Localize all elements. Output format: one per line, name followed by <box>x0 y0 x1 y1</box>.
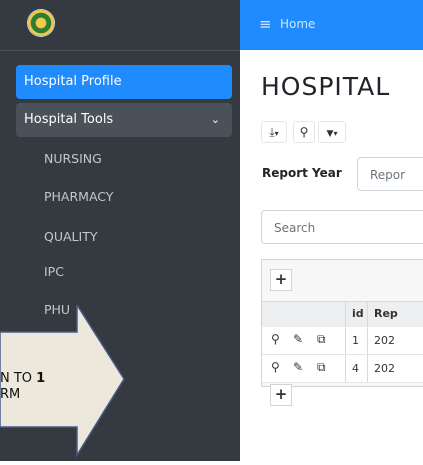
table-row[interactable]: ⚲ ✎ ⧉ 4 202 <box>262 355 423 383</box>
top-navbar: ≡ Home <box>240 0 423 50</box>
cell-id: 1 <box>352 334 359 347</box>
sidebar-item-label: Hospital Profile <box>24 74 122 89</box>
column-header-report[interactable]: Rep <box>374 307 398 320</box>
sidebar-item-pharmacy[interactable]: PHARMACY <box>44 189 113 204</box>
report-year-input[interactable]: Repor <box>357 157 423 191</box>
callout-line-2: RM <box>0 387 21 402</box>
table-row[interactable]: ⚲ ✎ ⧉ 1 202 <box>262 327 423 355</box>
report-year-label: Report Year <box>262 166 342 180</box>
hospital-logo[interactable] <box>28 10 54 36</box>
column-header-id[interactable]: id <box>352 307 364 320</box>
table-header: id Rep <box>262 301 423 328</box>
search-button[interactable]: ⚲ <box>293 121 315 143</box>
home-link[interactable]: Home <box>280 17 315 31</box>
view-icon[interactable]: ⚲ <box>271 332 280 346</box>
sidebar-group-label: Hospital Tools <box>24 112 114 127</box>
download-button[interactable]: ⤓▾ <box>261 121 287 143</box>
copy-icon[interactable]: ⧉ <box>317 360 326 375</box>
sidebar-item-ipc[interactable]: IPC <box>44 264 64 279</box>
callout-arrow: N TO 1 RM <box>0 302 140 461</box>
sidebar-item-nursing[interactable]: NURSING <box>44 151 102 166</box>
copy-icon[interactable]: ⧉ <box>317 332 326 347</box>
edit-icon[interactable]: ✎ <box>293 332 303 346</box>
records-table: + id Rep ⚲ ✎ ⧉ 1 202 ⚲ ✎ ⧉ 4 202 <box>261 259 423 387</box>
callout-line-1: N TO 1 <box>0 371 46 386</box>
filter-button[interactable]: ▼▾ <box>318 121 346 143</box>
edit-icon[interactable]: ✎ <box>293 360 303 374</box>
menu-icon[interactable]: ≡ <box>259 15 272 33</box>
sidebar-group-hospital-tools[interactable]: Hospital Tools ⌄ <box>16 103 232 137</box>
add-record-bottom-button[interactable]: + <box>270 384 292 406</box>
page-title: HOSPITAL <box>261 72 391 101</box>
view-icon[interactable]: ⚲ <box>271 360 280 374</box>
cell-id: 4 <box>352 362 359 375</box>
brand <box>0 0 240 51</box>
cell-report: 202 <box>374 362 395 375</box>
cell-report: 202 <box>374 334 395 347</box>
search-icon: ⚲ <box>299 125 309 139</box>
add-record-button[interactable]: + <box>270 269 292 291</box>
sidebar-item-hospital-profile[interactable]: Hospital Profile <box>16 65 232 99</box>
sidebar-item-quality[interactable]: QUALITY <box>44 229 97 244</box>
chevron-down-icon: ⌄ <box>210 113 220 126</box>
search-input[interactable]: Search <box>261 210 423 244</box>
